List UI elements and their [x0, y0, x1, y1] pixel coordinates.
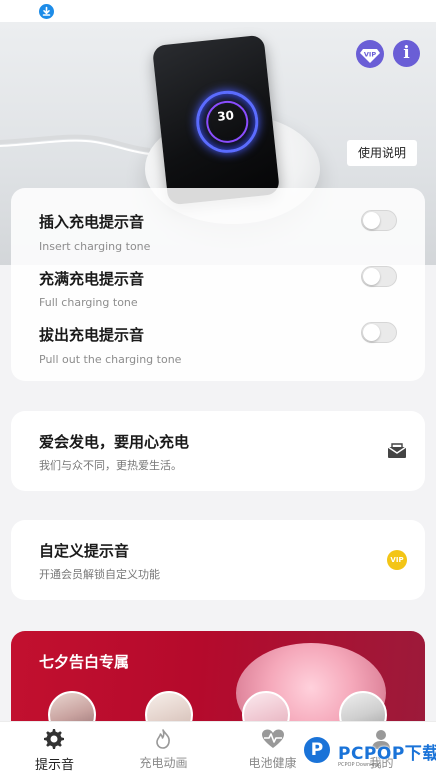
qixi-promo-banner[interactable]: 七夕告白专属 [11, 631, 425, 731]
tab-tones[interactable]: 提示音 [0, 722, 109, 776]
custom-card-subtitle: 开通会员解锁自定义功能 [39, 568, 160, 581]
flame-icon [156, 729, 170, 749]
tab-label-tones: 提示音 [34, 758, 74, 773]
pullout-tone-toggle[interactable] [361, 322, 397, 343]
usage-instructions-button[interactable]: 使用说明 [347, 140, 417, 166]
watermark-text: PCPOP下载 [338, 744, 436, 764]
insert-tone-toggle[interactable] [361, 210, 397, 231]
download-icon [39, 4, 54, 19]
pcpop-watermark: P PCPOP下载 PCPOP Download [300, 732, 436, 775]
svg-text:VIP: VIP [364, 51, 376, 59]
status-bar [0, 0, 436, 22]
tone-title-insert: 插入充电提示音 [39, 213, 145, 231]
tab-label-charging-animation: 充电动画 [139, 756, 188, 770]
tab-charging-animation[interactable]: 充电动画 [109, 722, 218, 776]
watermark-subtext: PCPOP Download [338, 762, 381, 768]
love-card-subtitle: 我们与众不同，更热爱生活。 [39, 459, 182, 472]
tone-title-pullout: 拔出充电提示音 [39, 326, 145, 344]
vip-badge: VIP [387, 550, 407, 570]
promo-title: 七夕告白专属 [39, 653, 130, 671]
phone-image: 30 [151, 34, 281, 206]
custom-tone-card[interactable]: 自定义提示音 开通会员解锁自定义功能 VIP [11, 520, 425, 600]
vip-icon[interactable]: VIP [356, 40, 384, 68]
love-charge-card[interactable]: 爱会发电，要用心充电 我们与众不同，更热爱生活。 [11, 411, 425, 491]
tone-title-full: 充满充电提示音 [39, 270, 145, 288]
tone-subtitle-full: Full charging tone [39, 296, 138, 309]
watermark-logo: P [302, 735, 332, 765]
love-card-title: 爱会发电，要用心充电 [39, 433, 190, 451]
custom-card-title: 自定义提示音 [39, 542, 130, 560]
gear-icon [44, 729, 64, 749]
charging-tones-card: 插入充电提示音 Insert charging tone 充满充电提示音 Ful… [11, 188, 425, 381]
tone-subtitle-insert: Insert charging tone [39, 240, 151, 253]
info-button[interactable]: i [393, 40, 420, 67]
full-tone-toggle[interactable] [361, 266, 397, 287]
envelope-icon[interactable] [387, 443, 407, 459]
heart-pulse-icon [262, 729, 284, 748]
tone-subtitle-pullout: Pull out the charging tone [39, 353, 182, 366]
